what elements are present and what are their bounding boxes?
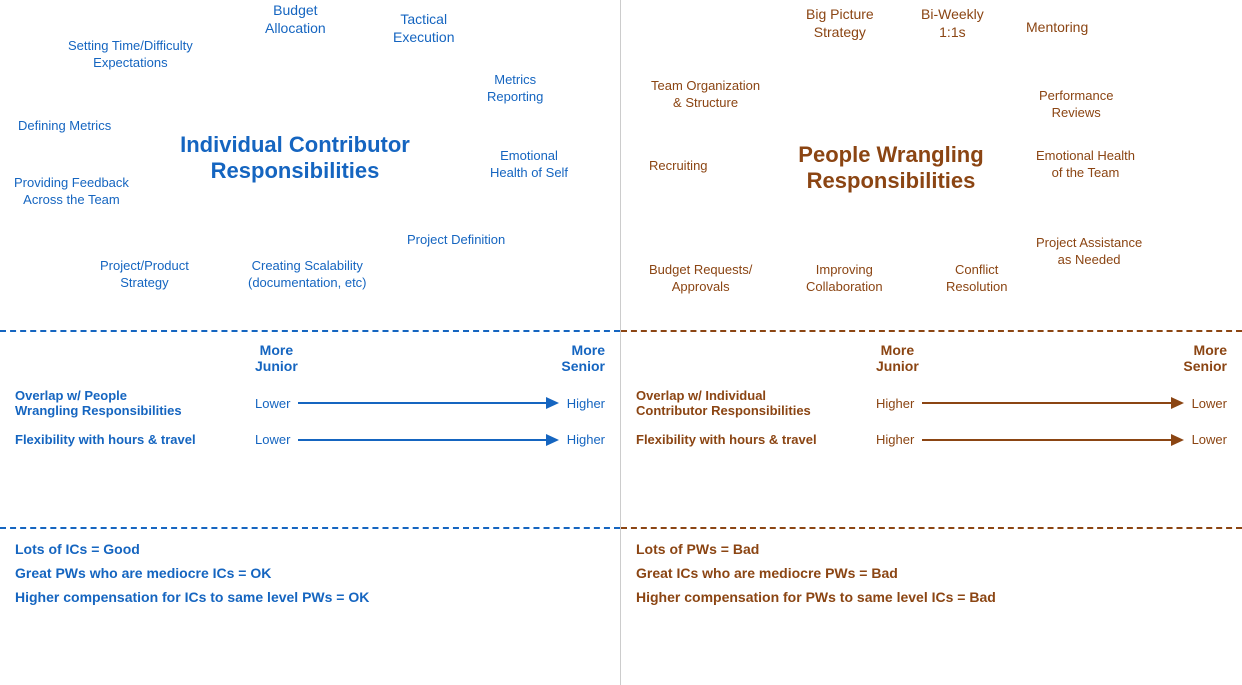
left-more-senior-label: MoreSenior — [561, 342, 605, 374]
right-more-junior-label: MoreJunior — [876, 342, 919, 374]
right-scale-row-1: Overlap w/ IndividualContributor Respons… — [636, 388, 1227, 418]
right-panel: Big PictureStrategy Bi-Weekly1:1s Mentor… — [621, 0, 1242, 685]
word-tactical-execution: TacticalExecution — [393, 10, 454, 46]
left-word-cloud: BudgetAllocation TacticalExecution Setti… — [0, 0, 620, 330]
left-bottom-section: Lots of ICs = Good Great PWs who are med… — [0, 529, 620, 685]
word-emotional-health-team: Emotional Healthof the Team — [1036, 148, 1135, 182]
left-scale-row-1: Overlap w/ PeopleWrangling Responsibilit… — [15, 388, 605, 418]
right-scale-row-2: Flexibility with hours & travel Higher L… — [636, 432, 1227, 447]
word-defining-metrics: Defining Metrics — [18, 118, 111, 135]
word-mentoring: Mentoring — [1026, 18, 1088, 36]
word-team-org: Team Organization& Structure — [651, 78, 760, 112]
right-scale-row1-arrow: Higher Lower — [876, 396, 1227, 411]
right-bottom-item-2: Great ICs who are mediocre PWs = Bad — [636, 565, 1227, 581]
left-scale-row2-start: Lower — [255, 432, 290, 447]
left-scale-row1-start: Lower — [255, 396, 290, 411]
word-setting-time: Setting Time/DifficultyExpectations — [68, 38, 193, 72]
right-bottom-section: Lots of PWs = Bad Great ICs who are medi… — [621, 529, 1242, 685]
left-scale-row1-arrow: Lower Higher — [255, 396, 605, 411]
right-scale-section: MoreJunior MoreSenior Overlap w/ Individ… — [621, 332, 1242, 527]
right-word-cloud: Big PictureStrategy Bi-Weekly1:1s Mentor… — [621, 0, 1242, 330]
word-budget-allocation: BudgetAllocation — [265, 1, 326, 37]
left-scale-row1-end: Higher — [567, 396, 605, 411]
left-scale-row2-end: Higher — [567, 432, 605, 447]
left-bottom-item-1: Lots of ICs = Good — [15, 541, 605, 557]
left-scale-row2-label: Flexibility with hours & travel — [15, 432, 255, 447]
left-scale-row2-line — [298, 439, 548, 441]
word-performance-reviews: PerformanceReviews — [1039, 88, 1113, 122]
word-budget-requests: Budget Requests/Approvals — [649, 262, 752, 296]
word-conflict-resolution: ConflictResolution — [946, 262, 1007, 296]
word-biweekly: Bi-Weekly1:1s — [921, 5, 984, 41]
word-creating-scalability: Creating Scalability(documentation, etc) — [248, 258, 367, 292]
main-container: BudgetAllocation TacticalExecution Setti… — [0, 0, 1242, 685]
right-more-senior-label: MoreSenior — [1183, 342, 1227, 374]
word-emotional-health-self: EmotionalHealth of Self — [490, 148, 568, 182]
left-title: Individual ContributorResponsibilities — [155, 132, 435, 185]
right-scale-row2-line — [922, 439, 1173, 441]
right-scale-row2-label: Flexibility with hours & travel — [636, 432, 876, 447]
left-scale-row2-arrow: Lower Higher — [255, 432, 605, 447]
left-bottom-item-2: Great PWs who are mediocre ICs = OK — [15, 565, 605, 581]
right-bottom-item-3: Higher compensation for PWs to same leve… — [636, 589, 1227, 605]
right-title: People WranglingResponsibilities — [741, 142, 1041, 195]
word-project-assistance: Project Assistanceas Needed — [1036, 235, 1142, 269]
left-scale-row1-label: Overlap w/ PeopleWrangling Responsibilit… — [15, 388, 255, 418]
right-scale-row1-end: Lower — [1192, 396, 1227, 411]
word-recruiting: Recruiting — [649, 158, 708, 175]
word-project-definition: Project Definition — [407, 232, 505, 249]
word-project-strategy: Project/ProductStrategy — [100, 258, 189, 292]
left-scale-row1-line — [298, 402, 548, 404]
right-scale-row2-end: Lower — [1192, 432, 1227, 447]
word-big-picture: Big PictureStrategy — [806, 5, 874, 41]
right-scale-row1-line — [922, 402, 1173, 404]
left-scale-section: MoreJunior MoreSenior Overlap w/ PeopleW… — [0, 332, 620, 527]
right-scale-row1-label: Overlap w/ IndividualContributor Respons… — [636, 388, 876, 418]
right-scale-row2-arrow: Higher Lower — [876, 432, 1227, 447]
left-panel: BudgetAllocation TacticalExecution Setti… — [0, 0, 621, 685]
left-bottom-item-3: Higher compensation for ICs to same leve… — [15, 589, 605, 605]
word-metrics-reporting: MetricsReporting — [487, 72, 543, 106]
right-scale-row2-start: Higher — [876, 432, 914, 447]
left-scale-row-2: Flexibility with hours & travel Lower Hi… — [15, 432, 605, 447]
right-scale-row1-start: Higher — [876, 396, 914, 411]
word-improving-collab: ImprovingCollaboration — [806, 262, 883, 296]
word-providing-feedback: Providing FeedbackAcross the Team — [14, 175, 129, 209]
right-bottom-item-1: Lots of PWs = Bad — [636, 541, 1227, 557]
left-more-junior-label: MoreJunior — [255, 342, 298, 374]
